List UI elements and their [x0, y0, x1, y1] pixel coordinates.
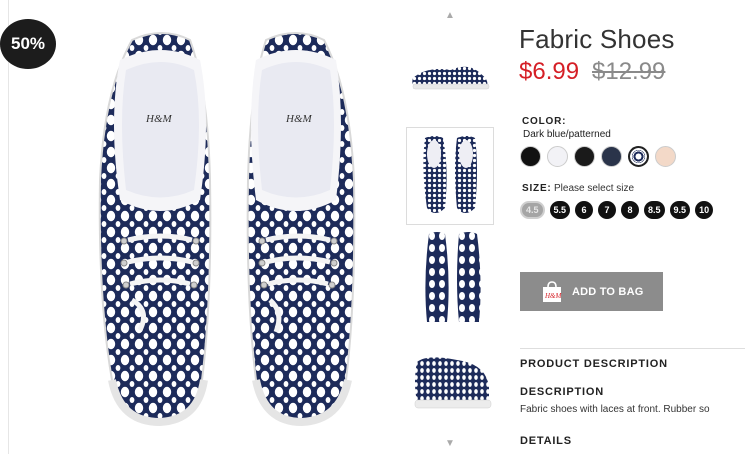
section-divider [520, 348, 745, 349]
size-option-5-5[interactable]: 5.5 [549, 201, 571, 219]
swatch-black[interactable] [520, 146, 541, 167]
thumbnail-side-image [412, 66, 490, 90]
left-shoe: H&M [98, 32, 212, 427]
thumbnail-scroll-down-icon[interactable]: ▼ [405, 436, 495, 450]
swatch-dark-blue-patterned[interactable] [628, 146, 649, 167]
original-price: $12.99 [592, 58, 666, 85]
thumbnail-column: ▲ ▼ [405, 0, 495, 454]
right-shoe-brand: H&M [285, 113, 313, 125]
left-shoe-brand: H&M [145, 113, 173, 125]
description-heading: DESCRIPTION [520, 386, 604, 398]
swatch-white[interactable] [547, 146, 568, 167]
shopping-bag-icon: H&M [542, 280, 563, 303]
size-option-7[interactable]: 7 [598, 201, 617, 219]
shoes-illustration: H&M H&M [98, 32, 356, 427]
size-option-9-5[interactable]: 9.5 [669, 201, 691, 219]
thumbnail-scroll-up-icon[interactable]: ▲ [405, 8, 495, 22]
product-title: Fabric Shoes [519, 24, 675, 54]
thumbnail-pattern-closeup[interactable] [407, 230, 493, 326]
description-text: Fabric shoes with laces at front. Rubber… [520, 404, 710, 415]
swatch-beige[interactable] [655, 146, 676, 167]
size-hint: Please select size [554, 183, 635, 194]
discount-badge: 50% [0, 19, 56, 69]
size-option-8-5[interactable]: 8.5 [644, 201, 665, 219]
selected-color-name: Dark blue/patterned [523, 129, 611, 140]
product-description-heading[interactable]: PRODUCT DESCRIPTION [520, 358, 668, 370]
add-to-bag-label: ADD TO BAG [572, 285, 644, 298]
thumbnail-heel-view[interactable] [407, 332, 493, 428]
size-option-8[interactable]: 8 [621, 201, 640, 219]
size-option-10[interactable]: 10 [695, 201, 714, 219]
swatch-black-2[interactable] [574, 146, 595, 167]
color-swatches [520, 146, 676, 167]
size-options: 4.5 5.5 6 7 8 8.5 9.5 10 [520, 201, 714, 219]
size-option-4-5[interactable]: 4.5 [520, 201, 545, 219]
thumbnail-pattern-image [425, 232, 481, 322]
sale-price: $6.99 [519, 58, 580, 85]
bag-logo-text: H&M [544, 292, 562, 300]
color-heading: COLOR: [522, 116, 567, 127]
add-to-bag-button[interactable]: H&M ADD TO BAG [520, 272, 663, 311]
size-heading: SIZE: [522, 183, 552, 194]
main-product-image[interactable]: H&M H&M [20, 0, 400, 454]
page-left-border [8, 0, 9, 454]
right-shoe: H&M [246, 32, 356, 427]
thumbnail-heel-image [414, 357, 492, 409]
swatch-dark-blue[interactable] [601, 146, 622, 167]
thumbnail-top-image [423, 136, 477, 213]
thumbnail-top-view[interactable] [406, 127, 494, 225]
thumbnail-side-view[interactable] [407, 26, 493, 122]
size-option-6[interactable]: 6 [575, 201, 594, 219]
details-heading[interactable]: DETAILS [520, 435, 572, 447]
